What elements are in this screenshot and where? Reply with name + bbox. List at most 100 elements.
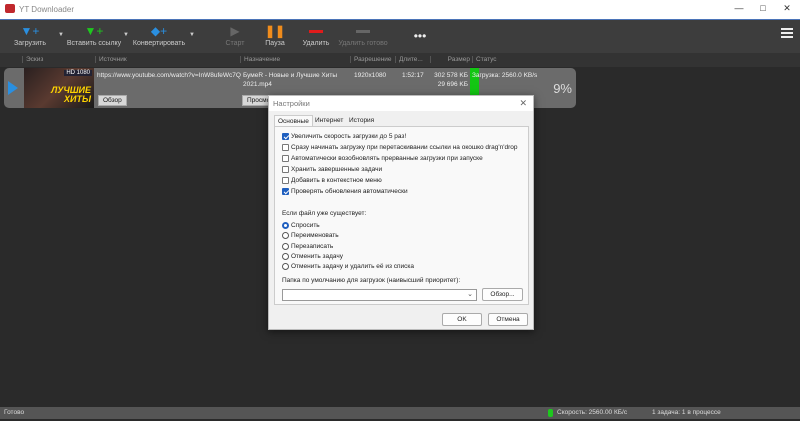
dialog-close-icon[interactable]: ✕ xyxy=(519,98,527,109)
delete-label: Удалить xyxy=(302,40,330,47)
thumb-text: ЛУЧШИЕ ХИТЫ xyxy=(51,85,91,104)
dialog-title-bar: Настройки ✕ xyxy=(269,96,533,111)
ok-button[interactable]: OK xyxy=(442,313,482,326)
close-window-button[interactable]: ✕ xyxy=(780,3,794,15)
radio[interactable] xyxy=(282,263,289,271)
convert-dropdown[interactable]: ▼ xyxy=(189,32,195,38)
source-url: https://www.youtube.com/watch?v=InW8ufeW… xyxy=(97,72,241,79)
download-button[interactable]: ▼+ Загрузить xyxy=(10,24,50,47)
checkbox-option[interactable]: Увеличить скорость загрузки до 5 раз! xyxy=(282,133,406,140)
settings-dialog: Настройки ✕ Основные Интернет История Уве… xyxy=(268,95,534,330)
duration: 1:52:17 xyxy=(402,72,424,79)
checkbox[interactable] xyxy=(282,133,289,140)
status-text: Загрузка: 2560.0 KB/s xyxy=(472,72,538,79)
general-panel: Увеличить скорость загрузки до 5 раз! Сра… xyxy=(274,126,529,305)
video-thumbnail: HD 1080 ЛУЧШИЕ ХИТЫ xyxy=(24,68,94,108)
checkbox-label: Проверять обновления автоматически xyxy=(291,188,408,195)
exists-label: Если файл уже существует: xyxy=(282,210,367,217)
status-bar: Готово Скорость: 2560.00 КБ/с 1 задача: … xyxy=(0,407,800,419)
delete-done-button[interactable]: Удалить готово xyxy=(336,24,390,47)
checkbox-label: Автоматически возобновлять прерванные за… xyxy=(291,155,483,162)
col-thumb[interactable]: Эскиз xyxy=(22,56,43,63)
resolution: 1920x1080 xyxy=(354,72,387,79)
browse-button[interactable]: Обзор xyxy=(98,95,127,106)
folder-label: Папка по умолчанию для загрузок (наивысш… xyxy=(282,277,461,284)
convert-icon: ◆+ xyxy=(150,24,168,38)
paste-dropdown[interactable]: ▼ xyxy=(123,32,129,38)
paste-link-button[interactable]: ▼+ Вставить ссылку xyxy=(66,24,122,47)
size-total: 302 578 KБ xyxy=(434,72,468,79)
checkbox-option[interactable]: Добавить в контекстное меню xyxy=(282,177,382,184)
radio[interactable] xyxy=(282,222,289,229)
cancel-button[interactable]: Отмена xyxy=(488,313,528,326)
checkbox[interactable] xyxy=(282,166,289,173)
checkbox[interactable] xyxy=(282,188,289,195)
col-status[interactable]: Статус xyxy=(472,56,497,63)
folder-select[interactable]: ⌄ xyxy=(282,289,477,301)
col-destination[interactable]: Назначение xyxy=(240,56,280,63)
title-bar: YT Downloader — □ ✕ xyxy=(0,0,800,19)
download-dropdown[interactable]: ▼ xyxy=(58,32,64,38)
radio-option[interactable]: Переименовать xyxy=(282,232,339,240)
checkbox-option[interactable]: Хранить завершенные задачи xyxy=(282,166,382,173)
checkbox-label: Сразу начинать загрузку при перетаскиван… xyxy=(291,144,518,151)
tab-internet[interactable]: Интернет xyxy=(312,115,346,126)
col-duration[interactable]: Длите... xyxy=(395,56,423,63)
minus-gray-icon xyxy=(336,24,390,38)
checkbox-label: Хранить завершенные задачи xyxy=(291,166,383,173)
dialog-title: Настройки xyxy=(273,99,310,108)
checkbox[interactable] xyxy=(282,144,289,151)
radio[interactable] xyxy=(282,252,289,260)
app-logo-icon xyxy=(5,4,15,13)
paste-link-icon: ▼+ xyxy=(84,24,104,38)
checkbox[interactable] xyxy=(282,155,289,162)
more-icon[interactable]: ••• xyxy=(410,29,430,43)
status-tasks: 1 задача: 1 в процессе xyxy=(652,409,721,416)
thumb-badge: HD 1080 xyxy=(64,70,92,76)
pause-label: Пауза xyxy=(265,40,285,47)
chevron-down-icon: ⌄ xyxy=(467,291,473,298)
folder-browse-button[interactable]: Обзор... xyxy=(482,288,523,301)
pause-button[interactable]: ❚❚ Пауза xyxy=(260,24,290,47)
toolbar: ▼+ Загрузить ▼ ▼+ Вставить ссылку ▼ ◆+ Конв… xyxy=(0,19,800,53)
col-size[interactable]: Размер xyxy=(430,56,470,63)
start-button[interactable]: ▶ Старт xyxy=(220,24,250,47)
maximize-button[interactable]: □ xyxy=(756,3,770,15)
pause-icon: ❚❚ xyxy=(264,24,286,38)
download-icon: ▼+ xyxy=(20,24,40,38)
delete-button[interactable]: Удалить xyxy=(299,24,333,47)
hamburger-menu-icon[interactable] xyxy=(781,28,793,40)
radio-label: Перезаписать xyxy=(291,242,334,250)
status-ready: Готово xyxy=(4,409,25,416)
minus-red-icon xyxy=(299,24,333,38)
download-label: Загрузить xyxy=(14,40,46,47)
paste-label: Вставить ссылку xyxy=(66,40,122,47)
tab-history[interactable]: История xyxy=(346,115,377,126)
checkbox-label: Добавить в контекстное меню xyxy=(291,177,382,184)
radio-option[interactable]: Отменить задачу xyxy=(282,252,344,260)
radio[interactable] xyxy=(282,232,289,240)
checkbox-option[interactable]: Проверять обновления автоматически xyxy=(282,188,408,195)
checkbox-label: Увеличить скорость загрузки до 5 раз! xyxy=(291,133,407,140)
play-icon[interactable] xyxy=(8,81,18,95)
radio[interactable] xyxy=(282,242,289,250)
radio-option[interactable]: Отменить задачу и удалить её из списка xyxy=(282,263,414,271)
radio-label: Переименовать xyxy=(291,232,339,240)
checkbox-option[interactable]: Сразу начинать загрузку при перетаскиван… xyxy=(282,144,518,151)
radio-option[interactable]: Перезаписать xyxy=(282,242,334,250)
checkbox-option[interactable]: Автоматически возобновлять прерванные за… xyxy=(282,155,483,162)
column-header: Эскиз Источник Назначение Разрешение Дли… xyxy=(0,53,800,67)
convert-button[interactable]: ◆+ Конвертировать xyxy=(131,24,187,47)
start-label: Старт xyxy=(225,40,245,47)
col-source[interactable]: Источник xyxy=(95,56,127,63)
radio-option[interactable]: Спросить xyxy=(282,222,320,229)
size-done: 29 696 KБ xyxy=(437,81,468,88)
radio-label: Отменить задачу xyxy=(291,252,344,260)
radio-label: Отменить задачу и удалить её из списка xyxy=(291,263,414,271)
checkbox[interactable] xyxy=(282,177,289,184)
play-icon: ▶ xyxy=(230,24,240,38)
col-resolution[interactable]: Разрешение xyxy=(350,56,392,63)
destination-file: БумеR - Новые и Лучшие Хиты 2021.mp4 xyxy=(243,72,338,88)
delete-done-label: Удалить готово xyxy=(338,40,388,47)
minimize-button[interactable]: — xyxy=(732,3,746,15)
